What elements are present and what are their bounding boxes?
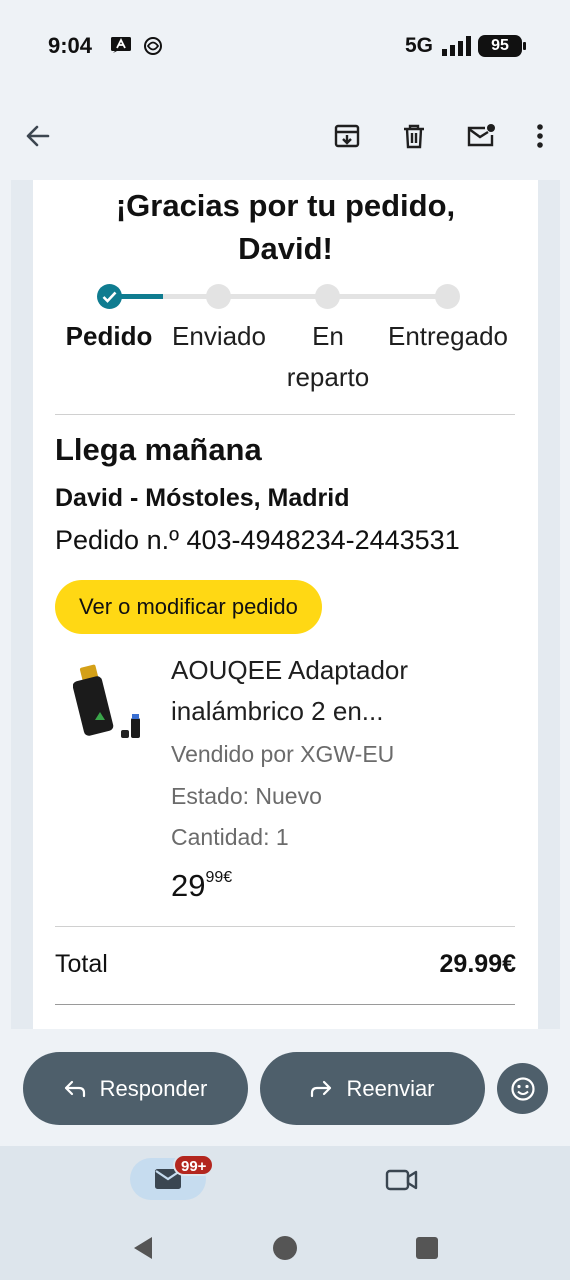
step-dot <box>435 284 460 309</box>
app-bar <box>0 92 570 180</box>
reply-button[interactable]: Responder <box>23 1052 248 1125</box>
greeting-line-1: ¡Gracias por tu pedido, <box>115 188 456 223</box>
reply-icon <box>64 1080 85 1097</box>
total-value: 29.99€ <box>439 950 516 978</box>
product-seller: Vendido por XGW-EU <box>171 741 395 767</box>
product-title[interactable]: AOUQEE Adaptador inalámbrico 2 en... <box>171 650 501 732</box>
more-vert-icon[interactable] <box>518 114 562 158</box>
archive-icon[interactable] <box>325 114 369 158</box>
status-bar: 9:04 5G 95 <box>0 0 570 92</box>
divider <box>55 1004 515 1005</box>
product-image[interactable] <box>73 660 153 750</box>
recents-square-icon[interactable] <box>416 1237 438 1259</box>
forward-label: Reenviar <box>346 1075 435 1101</box>
mail-badge: 99+ <box>173 1154 215 1176</box>
divider <box>55 414 515 415</box>
price-whole: 29 <box>171 868 206 903</box>
system-navigation <box>0 1220 570 1280</box>
product-quantity: Cantidad: 1 <box>171 824 289 850</box>
battery-icon: 95 <box>478 35 526 57</box>
emoji-reaction-icon <box>510 1076 535 1101</box>
check-icon <box>102 291 117 303</box>
shipment-tracker <box>33 280 538 320</box>
network-type: 5G <box>405 34 434 57</box>
forward-button[interactable]: Reenviar <box>260 1052 485 1125</box>
order-number: Pedido n.º 403-4948234-2443531 <box>55 525 460 555</box>
step-label-ordered: Pedido <box>65 321 153 351</box>
video-icon[interactable] <box>383 1164 419 1196</box>
view-order-button[interactable]: Ver o modificar pedido <box>55 580 322 634</box>
greeting: ¡Gracias por tu pedido, David! <box>33 184 538 270</box>
step-label-out-for-delivery: En reparto <box>286 321 370 392</box>
status-time: 9:04 <box>48 33 93 58</box>
notification-b-icon <box>144 37 162 55</box>
step-dot <box>206 284 231 309</box>
signal-bars-icon <box>442 36 471 56</box>
notification-a-icon <box>111 37 131 53</box>
greeting-line-2: David! <box>238 231 333 266</box>
total-label: Total <box>55 950 108 978</box>
bottom-navigation: 99+ <box>0 1146 570 1220</box>
order-card: ¡Gracias por tu pedido, David! Pedido En… <box>33 180 538 1029</box>
track-line-progress <box>119 294 163 299</box>
delivery-address: David - Móstoles, Madrid <box>55 484 350 512</box>
price-fraction: 99€ <box>205 869 233 886</box>
back-arrow-icon[interactable] <box>16 114 60 158</box>
home-circle-icon[interactable] <box>273 1236 297 1260</box>
email-body: ¡Gracias por tu pedido, David! Pedido En… <box>11 180 560 1029</box>
emoji-reaction-button[interactable] <box>497 1063 548 1114</box>
product-condition: Estado: Nuevo <box>171 783 322 809</box>
step-dot <box>315 284 340 309</box>
forward-icon <box>311 1080 332 1097</box>
reply-label: Responder <box>99 1075 208 1101</box>
product-price: 2999€ <box>171 868 232 904</box>
delete-icon[interactable] <box>392 114 436 158</box>
mark-unread-icon[interactable] <box>459 114 503 158</box>
step-label-delivered: Entregado <box>388 321 508 351</box>
divider <box>55 926 515 927</box>
arrival-heading: Llega mañana <box>55 432 262 467</box>
step-dot-done <box>97 284 122 309</box>
back-triangle-icon[interactable] <box>130 1234 156 1262</box>
step-label-shipped: Enviado <box>172 321 266 351</box>
track-line-pending <box>119 294 447 299</box>
